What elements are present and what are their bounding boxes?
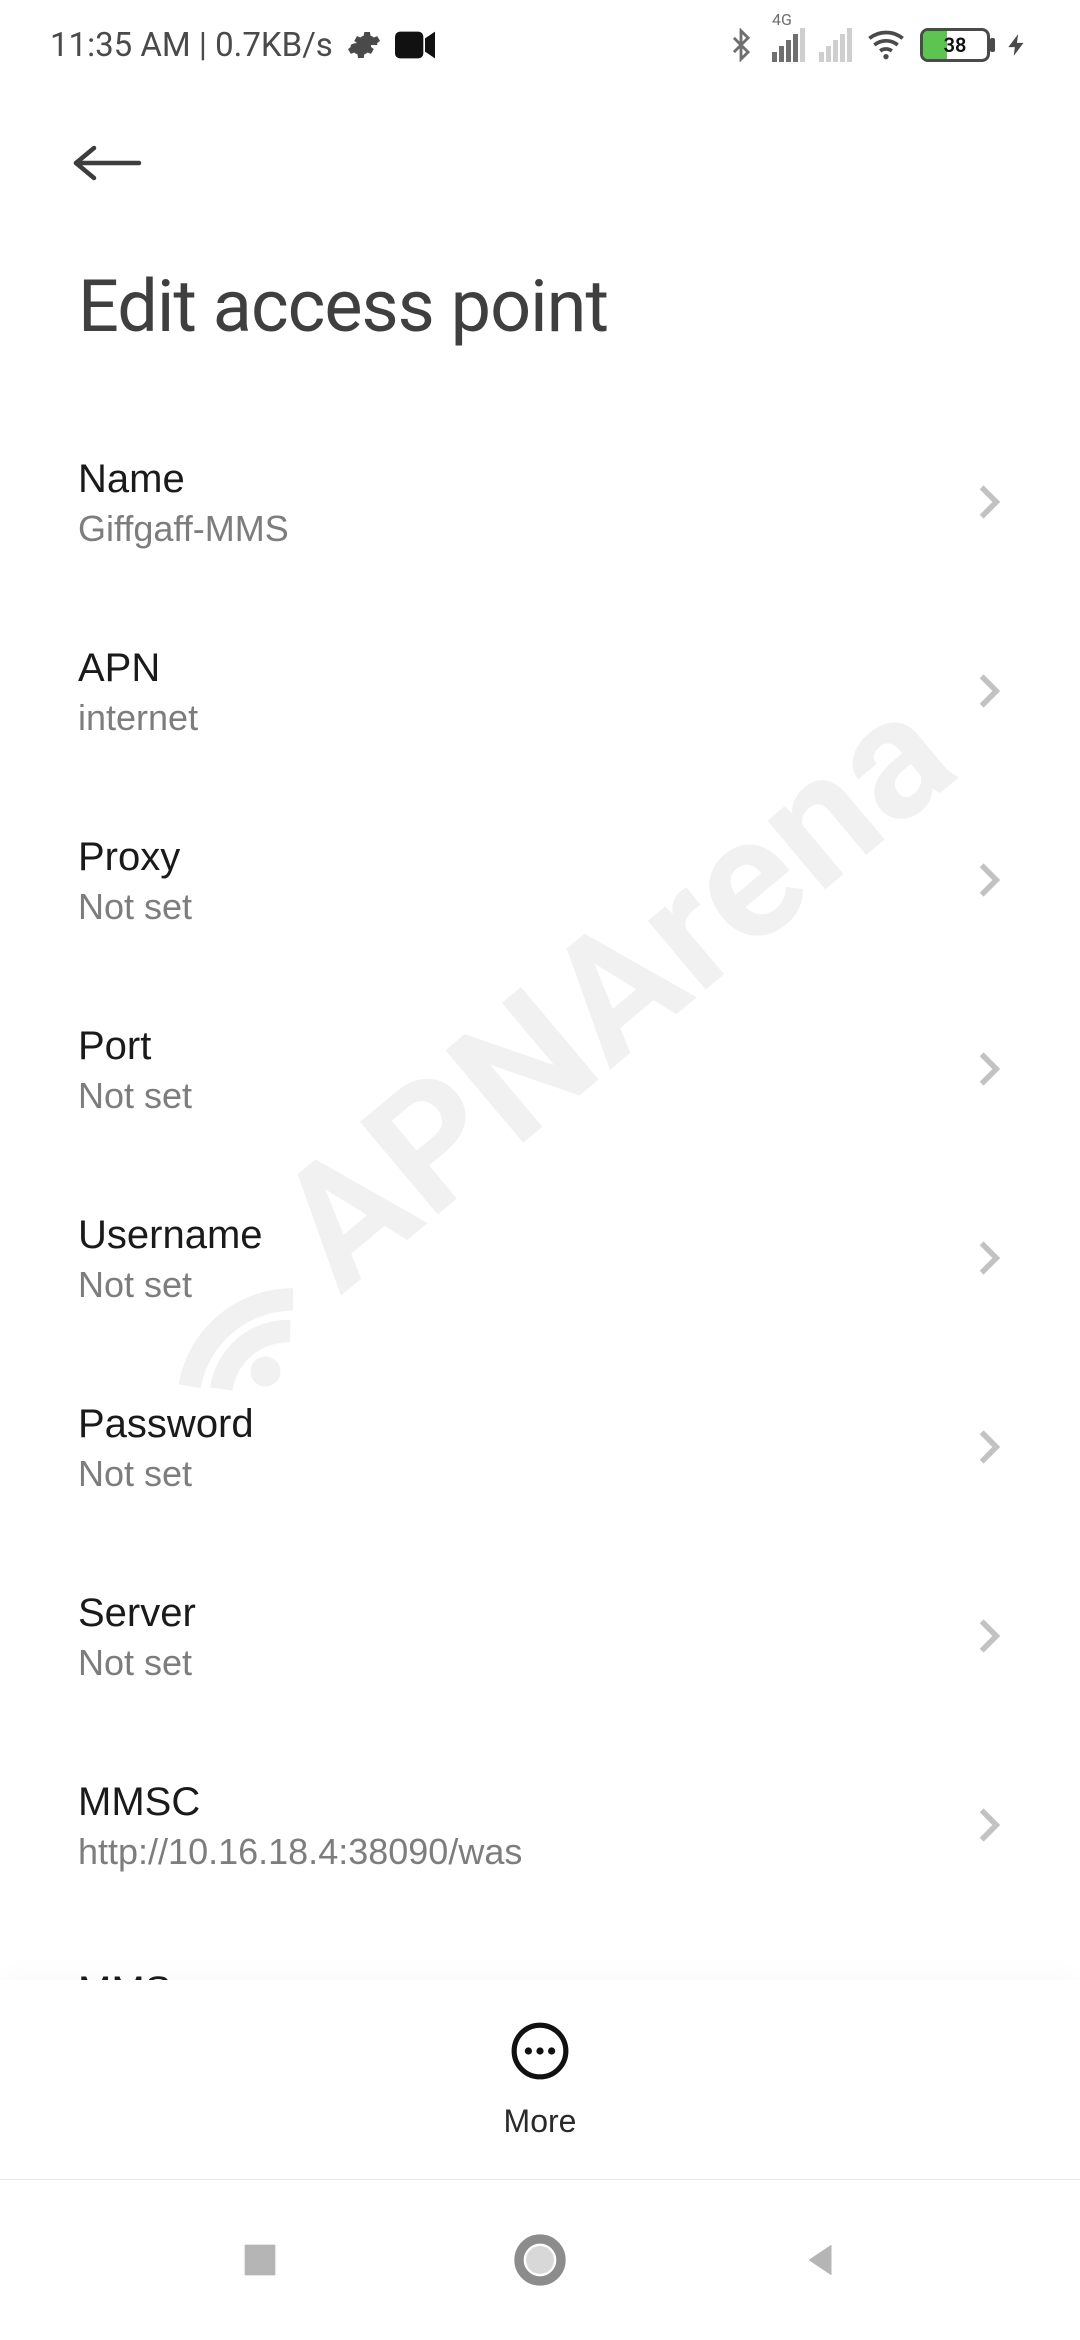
row-title: Proxy (78, 835, 192, 880)
chevron-right-icon (976, 669, 1002, 716)
row-title: MMSC (78, 1780, 522, 1825)
row-mmsc[interactable]: MMSC http://10.16.18.4:38090/was (78, 1732, 1002, 1921)
battery-percent: 38 (944, 33, 967, 57)
row-title: APN (78, 646, 198, 691)
chevron-right-icon (976, 1803, 1002, 1850)
camera-icon (395, 30, 435, 60)
gear-icon (347, 28, 381, 62)
row-title: Server (78, 1591, 196, 1636)
row-value: Not set (78, 1264, 263, 1306)
more-button[interactable]: More (504, 2020, 577, 2140)
page-title: Edit access point (0, 204, 1080, 409)
row-value: Not set (78, 1642, 196, 1684)
triangle-left-icon (797, 2237, 843, 2283)
signal-nosim-icon (819, 28, 852, 62)
row-title: Name (78, 457, 289, 502)
row-value: Not set (78, 1075, 192, 1117)
chevron-right-icon (976, 1236, 1002, 1283)
chevron-right-icon (976, 480, 1002, 527)
row-proxy[interactable]: Proxy Not set (78, 787, 1002, 976)
more-label: More (504, 2103, 577, 2140)
screen: APNArena 11:35 AM | 0.7KB/s 4G (0, 0, 1080, 2340)
nav-recents-button[interactable] (225, 2225, 295, 2295)
row-value: Giffgaff-MMS (78, 508, 289, 550)
row-value: Not set (78, 886, 192, 928)
signal-4g-icon: 4G (772, 28, 805, 62)
row-value: Not set (78, 1453, 254, 1495)
chevron-right-icon (976, 1047, 1002, 1094)
row-title: Username (78, 1213, 263, 1258)
row-title: Password (78, 1402, 254, 1447)
status-bar: 11:35 AM | 0.7KB/s 4G (0, 0, 1080, 90)
arrow-left-icon (70, 139, 142, 190)
bottom-action-bar: More (0, 1980, 1080, 2180)
row-name[interactable]: Name Giffgaff-MMS (78, 409, 1002, 598)
circle-icon (512, 2232, 568, 2288)
network-label: 4G (772, 10, 792, 29)
back-button[interactable] (70, 124, 190, 204)
row-port[interactable]: Port Not set (78, 976, 1002, 1165)
status-time-text: 11:35 AM | 0.7KB/s (50, 26, 333, 65)
status-left: 11:35 AM | 0.7KB/s (50, 26, 435, 65)
row-value: http://10.16.18.4:38090/was (78, 1831, 522, 1873)
chevron-right-icon (976, 1614, 1002, 1661)
battery-indicator: 38 (920, 28, 990, 62)
chevron-right-icon (976, 1425, 1002, 1472)
row-server[interactable]: Server Not set (78, 1543, 1002, 1732)
wifi-icon (866, 25, 906, 65)
row-username[interactable]: Username Not set (78, 1165, 1002, 1354)
settings-list: Name Giffgaff-MMS APN internet Proxy Not… (0, 409, 1080, 2110)
nav-bar (0, 2180, 1080, 2340)
square-icon (237, 2237, 283, 2283)
header (0, 90, 1080, 204)
status-right: 4G (724, 25, 1030, 65)
more-circle-icon (509, 2020, 571, 2085)
row-value: internet (78, 697, 198, 739)
bluetooth-icon (724, 28, 758, 62)
row-apn[interactable]: APN internet (78, 598, 1002, 787)
chevron-right-icon (976, 858, 1002, 905)
nav-home-button[interactable] (505, 2225, 575, 2295)
nav-back-button[interactable] (785, 2225, 855, 2295)
row-title: Port (78, 1024, 192, 1069)
charging-icon (1004, 28, 1030, 62)
row-password[interactable]: Password Not set (78, 1354, 1002, 1543)
